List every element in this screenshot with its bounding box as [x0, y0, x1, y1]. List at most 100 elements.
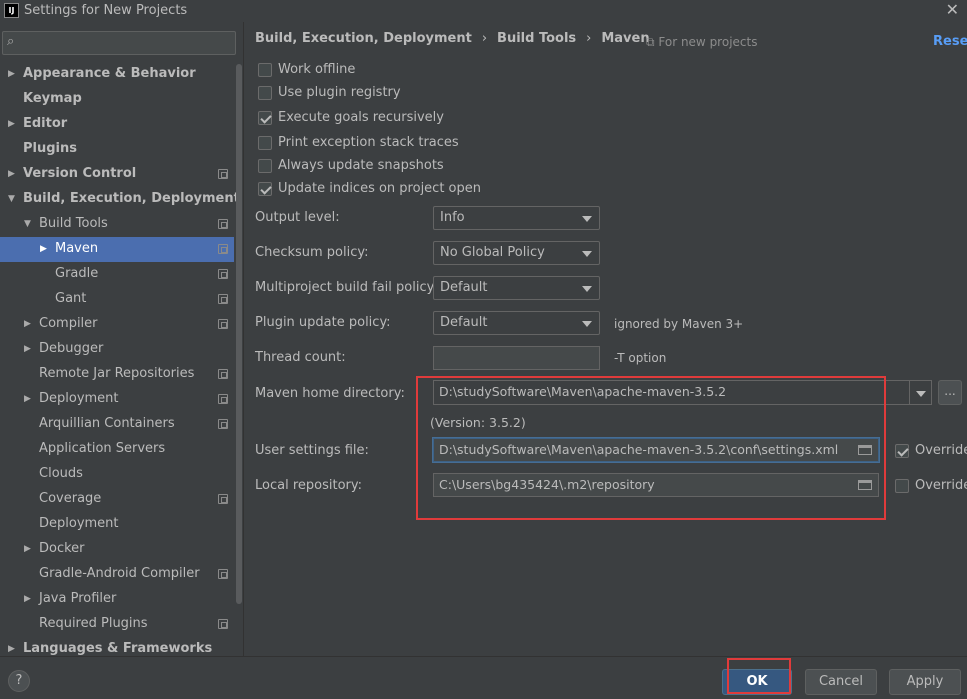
- help-button[interactable]: ?: [8, 670, 30, 692]
- local-repository-override-label: Override: [915, 478, 967, 493]
- sidebar-item-label: Plugins: [23, 141, 77, 156]
- sidebar-item-debugger[interactable]: ▶ Debugger: [0, 337, 234, 362]
- print-exception-stack-traces-option[interactable]: Print exception stack traces: [258, 135, 459, 150]
- sidebar-item-required-plugins[interactable]: Required Plugins: [0, 612, 234, 637]
- project-settings-icon: [218, 169, 228, 179]
- sidebar-item-coverage[interactable]: Coverage: [0, 487, 234, 512]
- sidebar-item-gant[interactable]: Gant: [0, 287, 234, 312]
- sidebar-item-label: Version Control: [23, 166, 137, 181]
- chevron-down-icon: [582, 251, 592, 257]
- print-exception-stack-traces-checkbox[interactable]: [258, 135, 272, 150]
- sidebar-item-clouds[interactable]: Clouds: [0, 462, 234, 487]
- chevron-right-icon: ▶: [8, 169, 15, 179]
- breadcrumb-build-tools[interactable]: Build Tools: [497, 31, 576, 46]
- checksum-policy-select[interactable]: No Global Policy: [433, 241, 600, 265]
- user-settings-override-checkbox[interactable]: [895, 443, 909, 458]
- chevron-down-icon: [582, 321, 592, 327]
- sidebar-item-docker[interactable]: ▶ Docker: [0, 537, 234, 562]
- sidebar-item-build-tools[interactable]: ▼ Build Tools: [0, 212, 234, 237]
- intellij-logo-icon: IJ: [4, 3, 19, 18]
- chevron-right-icon: ▶: [8, 644, 15, 654]
- sidebar-item-deployment[interactable]: ▶ Deployment: [0, 387, 234, 412]
- multiproject-fail-policy-select[interactable]: Default: [433, 276, 600, 300]
- work-offline-checkbox[interactable]: [258, 62, 272, 77]
- sidebar-item-gradle[interactable]: Gradle: [0, 262, 234, 287]
- cancel-button[interactable]: Cancel: [805, 669, 877, 695]
- work-offline-option[interactable]: Work offline: [258, 62, 355, 77]
- plugin-update-policy-value: Default: [440, 315, 488, 330]
- reset-link[interactable]: Reset: [933, 34, 967, 49]
- sidebar-item-label: Keymap: [23, 91, 82, 106]
- sidebar-item-plugins[interactable]: Plugins: [0, 137, 234, 162]
- update-indices-checkbox[interactable]: [258, 181, 272, 196]
- sidebar-item-label: Deployment: [39, 516, 119, 531]
- chevron-right-icon: ▶: [8, 119, 15, 129]
- folder-icon[interactable]: [858, 480, 872, 490]
- project-settings-icon: [218, 569, 228, 579]
- sidebar-item-deployment-2[interactable]: Deployment: [0, 512, 234, 537]
- multiproject-fail-policy-label: Multiproject build fail policy:: [255, 280, 438, 295]
- maven-home-dropdown[interactable]: [909, 380, 932, 405]
- use-plugin-registry-option[interactable]: Use plugin registry: [258, 85, 401, 100]
- sidebar-item-maven[interactable]: ▶ Maven: [0, 237, 234, 262]
- user-settings-value: D:\studySoftware\Maven\apache-maven-3.5.…: [439, 442, 839, 457]
- local-repository-input[interactable]: C:\Users\bg435424\.m2\repository: [433, 473, 879, 497]
- project-settings-icon: [218, 419, 228, 429]
- always-update-snapshots-checkbox[interactable]: [258, 158, 272, 173]
- execute-goals-recursively-option[interactable]: Execute goals recursively: [258, 110, 444, 125]
- execute-goals-recursively-checkbox[interactable]: [258, 110, 272, 125]
- local-repository-override-checkbox[interactable]: [895, 478, 909, 493]
- project-settings-icon: [218, 219, 228, 229]
- dialog-footer: ? OK Cancel Apply: [0, 656, 967, 699]
- plugin-update-policy-hint: ignored by Maven 3+: [614, 317, 744, 331]
- sidebar-item-editor[interactable]: ▶ Editor: [0, 112, 234, 137]
- project-settings-icon: [218, 494, 228, 504]
- user-settings-label: User settings file:: [255, 443, 369, 458]
- maven-home-combo[interactable]: D:\studySoftware\Maven\apache-maven-3.5.…: [433, 380, 910, 405]
- sidebar-item-version-control[interactable]: ▶ Version Control: [0, 162, 234, 187]
- thread-count-hint: -T option: [614, 351, 667, 365]
- sidebar-item-label: Arquillian Containers: [39, 416, 175, 431]
- user-settings-input[interactable]: D:\studySoftware\Maven\apache-maven-3.5.…: [433, 438, 879, 462]
- apply-button[interactable]: Apply: [889, 669, 961, 695]
- sidebar-item-gradle-android-compiler[interactable]: Gradle-Android Compiler: [0, 562, 234, 587]
- maven-home-browse-button[interactable]: ...: [938, 380, 962, 405]
- sidebar-item-keymap[interactable]: Keymap: [0, 87, 234, 112]
- local-repository-override[interactable]: Override: [895, 478, 967, 493]
- sidebar-scrollbar[interactable]: [236, 64, 242, 604]
- chevron-down-icon: [582, 286, 592, 292]
- plugin-update-policy-label: Plugin update policy:: [255, 315, 391, 330]
- sidebar-item-label: Java Profiler: [39, 591, 117, 606]
- search-input[interactable]: ⌕: [2, 31, 236, 55]
- chevron-right-icon: ▶: [24, 544, 31, 554]
- window-title: Settings for New Projects: [24, 3, 188, 18]
- sidebar-item-compiler[interactable]: ▶ Compiler: [0, 312, 234, 337]
- output-level-label: Output level:: [255, 210, 340, 225]
- sidebar-item-label: Debugger: [39, 341, 104, 356]
- chevron-right-icon: ▶: [24, 594, 31, 604]
- sidebar-item-label: Maven: [55, 241, 99, 256]
- maven-version-label: (Version: 3.5.2): [430, 415, 526, 430]
- close-icon[interactable]: ✕: [946, 0, 959, 19]
- thread-count-input[interactable]: [433, 346, 600, 370]
- use-plugin-registry-checkbox[interactable]: [258, 85, 272, 100]
- folder-icon[interactable]: [858, 445, 872, 455]
- local-repository-value: C:\Users\bg435424\.m2\repository: [439, 477, 655, 492]
- chevron-down-icon: ▼: [24, 219, 31, 229]
- sidebar-item-remote-jar-repositories[interactable]: Remote Jar Repositories: [0, 362, 234, 387]
- always-update-snapshots-option[interactable]: Always update snapshots: [258, 158, 444, 173]
- ok-button[interactable]: OK: [722, 669, 792, 695]
- output-level-select[interactable]: Info: [433, 206, 600, 230]
- chevron-right-icon: ▶: [24, 319, 31, 329]
- sidebar-item-java-profiler[interactable]: ▶ Java Profiler: [0, 587, 234, 612]
- sidebar-item-label: Gradle: [55, 266, 99, 281]
- project-settings-icon: [218, 319, 228, 329]
- user-settings-override[interactable]: Override: [895, 443, 967, 458]
- update-indices-option[interactable]: Update indices on project open: [258, 181, 481, 196]
- sidebar-item-build-execution-deployment[interactable]: ▼ Build, Execution, Deployment: [0, 187, 240, 212]
- plugin-update-policy-select[interactable]: Default: [433, 311, 600, 335]
- sidebar-item-arquillian-containers[interactable]: Arquillian Containers: [0, 412, 234, 437]
- sidebar-item-appearance-behavior[interactable]: ▶ Appearance & Behavior: [0, 62, 234, 87]
- breadcrumb-build-execution-deployment[interactable]: Build, Execution, Deployment: [255, 31, 472, 46]
- sidebar-item-application-servers[interactable]: Application Servers: [0, 437, 234, 462]
